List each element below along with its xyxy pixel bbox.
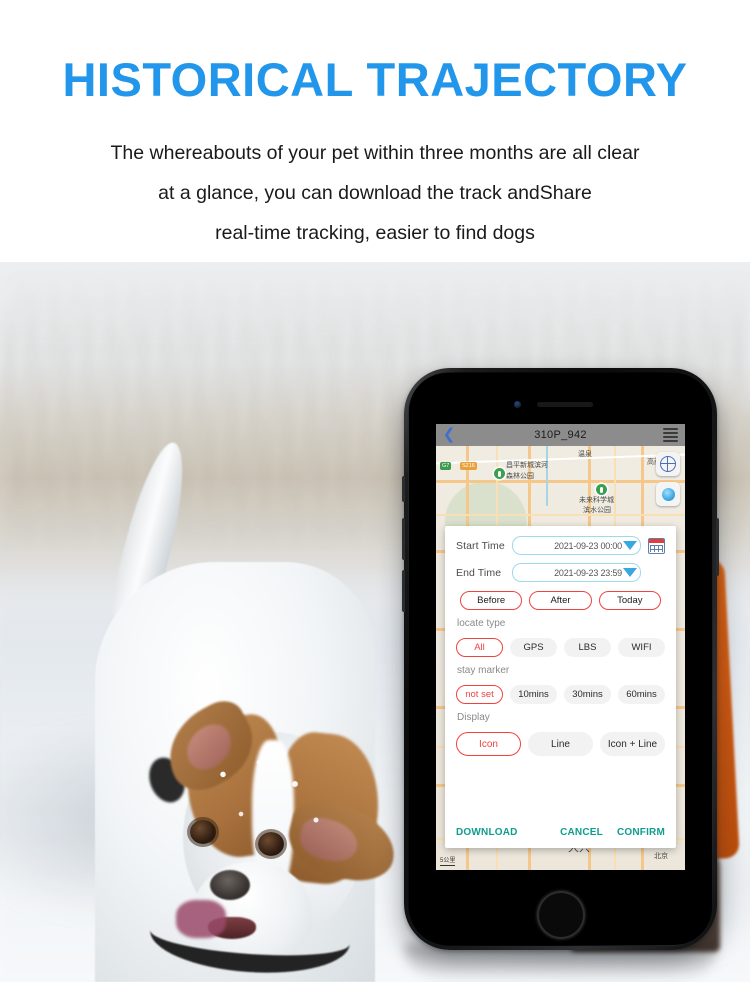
page-root: HISTORICAL TRAJECTORY The whereabouts of… [0,0,750,982]
app-navigation-bar: ❮ 310P_942 [436,424,685,446]
hamburger-bar-4 [663,440,678,442]
hamburger-bar-3 [663,436,678,438]
map-scale-bar: 5公里 [440,855,456,866]
calendar-icon-header [649,538,664,543]
confirm-button[interactable]: CONFIRM [617,827,665,838]
my-location-icon [661,487,675,501]
download-button[interactable]: DOWNLOAD [456,827,518,838]
map-label: 温泉 [578,451,592,458]
start-time-row: Start Time 2021-09-23 00:00 [456,536,665,555]
map-road-shield: S216 [460,462,477,470]
calendar-icon[interactable] [648,537,665,554]
quick-range-after[interactable]: After [529,591,592,610]
stay-marker-label: stay marker [457,665,510,676]
subtitle-line-3: real-time tracking, easier to find dogs [215,222,535,244]
page-subtitle: The whereabouts of your pet within three… [0,133,750,253]
map-park-pin[interactable] [596,484,607,495]
globe-layers-icon [659,455,676,472]
dog-eye-right [258,832,284,856]
map-my-location-button[interactable] [656,482,680,506]
calendar-icon-grid [650,544,663,552]
stay-marker-10mins[interactable]: 10mins [510,685,557,704]
phone-screen: ❮ 310P_942 G7 S216 昌平新城滨河 森林公园 温泉 未来科学城 … [436,424,685,870]
end-time-value: 2021-09-23 23:59 [554,567,622,578]
map-label: 森林公园 [506,473,534,480]
dog-eye-left [190,820,216,844]
quick-range-today[interactable]: Today [598,591,661,610]
map-road-minor [436,514,685,516]
header-section: HISTORICAL TRAJECTORY The whereabouts of… [0,0,750,262]
hamburger-bar-2 [663,432,678,434]
locate-type-label: locate type [457,618,506,629]
end-time-select[interactable]: 2021-09-23 23:59 [512,563,641,582]
phone-home-button[interactable] [537,891,585,939]
start-time-select[interactable]: 2021-09-23 00:00 [512,536,641,555]
cancel-button[interactable]: CANCEL [560,827,603,838]
phone-volume-down-button[interactable] [402,570,405,612]
dialog-actions: DOWNLOAD CANCEL CONFIRM [456,827,665,838]
start-time-label: Start Time [456,539,505,552]
quick-range-group: Before After Today [456,591,665,610]
map-label: 北京 [654,853,668,860]
locate-type-group: All GPS LBS WIFI [456,638,665,657]
phone-front-camera [514,401,521,408]
display-icon[interactable]: Icon [456,732,521,756]
map-layers-button[interactable] [656,452,680,476]
stay-marker-not-set[interactable]: not set [456,685,503,704]
phone-power-button[interactable] [716,518,719,576]
display-group: Icon Line Icon + Line [456,732,665,756]
history-filter-dialog: Start Time 2021-09-23 00:00 End Time 202… [445,526,676,848]
chevron-down-icon [623,541,637,550]
map-canvas[interactable]: G7 S216 S22 G101 昌平新城滨河 森林公园 温泉 未来科学城 滨水… [436,446,685,870]
display-label: Display [457,712,490,723]
end-time-label: End Time [456,566,502,579]
end-time-row: End Time 2021-09-23 23:59 [456,563,665,582]
hamburger-menu-icon[interactable] [659,428,685,442]
stay-marker-group: not set 10mins 30mins 60mins [456,685,665,704]
phone-device: ❮ 310P_942 G7 S216 昌平新城滨河 森林公园 温泉 未来科学城 … [402,368,719,950]
locate-type-wifi[interactable]: WIFI [618,638,665,657]
display-line[interactable]: Line [528,732,593,756]
map-road [436,480,685,483]
phone-earpiece-speaker [537,402,593,407]
subtitle-line-1: The whereabouts of your pet within three… [110,142,640,164]
map-road-shield: G7 [440,462,452,470]
quick-range-before[interactable]: Before [460,591,523,610]
stay-marker-60mins[interactable]: 60mins [618,685,665,704]
map-label: 昌平新城滨河 [506,462,548,469]
map-label: 未来科学城 [579,497,614,504]
page-title: HISTORICAL TRAJECTORY [62,53,688,106]
hamburger-bar-1 [663,428,678,430]
phone-volume-up-button[interactable] [402,518,405,560]
stay-marker-30mins[interactable]: 30mins [564,685,611,704]
map-park-pin[interactable] [494,468,505,479]
back-chevron-icon[interactable]: ❮ [436,427,462,444]
chevron-down-icon [623,568,637,577]
device-name-title: 310P_942 [534,429,587,441]
locate-type-gps[interactable]: GPS [510,638,557,657]
phone-mute-switch[interactable] [402,476,405,502]
start-time-value: 2021-09-23 00:00 [554,540,622,551]
display-icon-line[interactable]: Icon + Line [600,732,665,756]
map-label: 滨水公园 [583,507,611,514]
dog-nose [210,870,250,900]
subtitle-line-2: at a glance, you can download the track … [158,182,592,204]
map-waterway [546,446,548,506]
locate-type-lbs[interactable]: LBS [564,638,611,657]
locate-type-all[interactable]: All [456,638,503,657]
